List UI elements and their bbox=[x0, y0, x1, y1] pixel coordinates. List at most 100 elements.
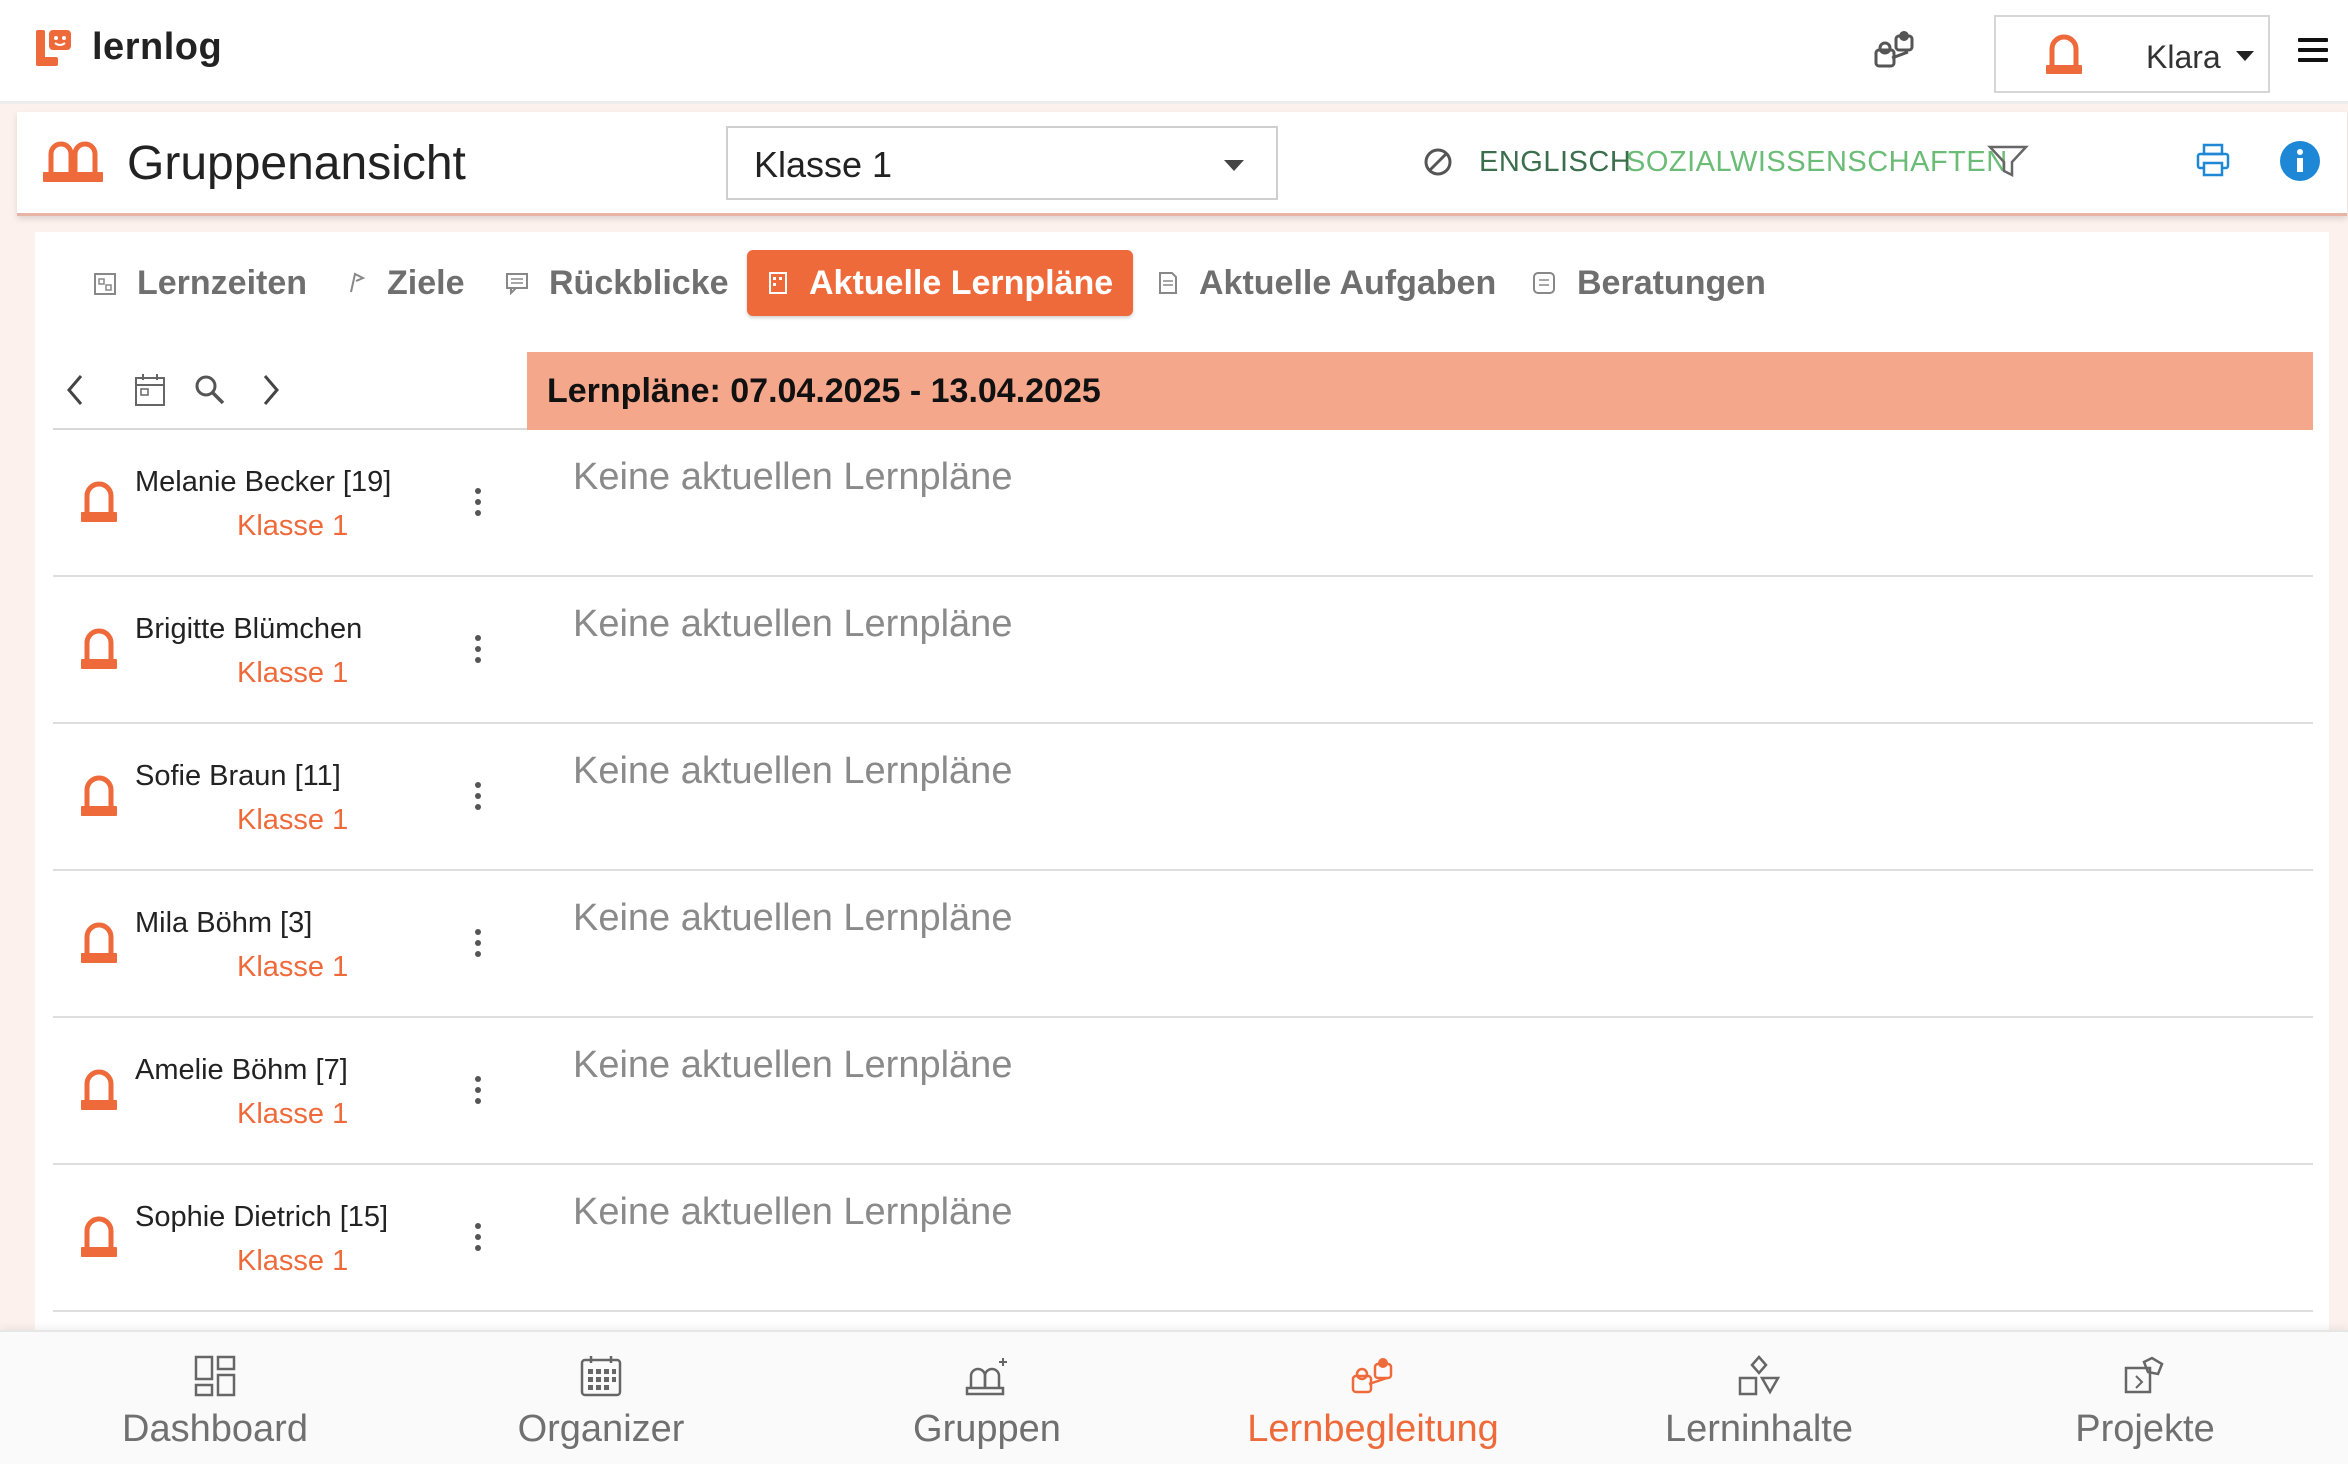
week-header: Lernpläne: 07.04.2025 - 13.04.2025 bbox=[527, 352, 2313, 430]
logo-text: lernlog bbox=[92, 26, 223, 68]
student-avatar-icon bbox=[81, 922, 117, 963]
more-vertical-icon[interactable] bbox=[475, 782, 481, 815]
top-bar: lernlog Klara bbox=[0, 0, 2348, 104]
empty-plans-message: Keine aktuellen Lernpläne bbox=[573, 1191, 1013, 1233]
student-class: Klasse 1 bbox=[237, 1245, 349, 1277]
hamburger-menu-icon[interactable] bbox=[2298, 38, 2328, 62]
nav-label: Gruppen bbox=[913, 1408, 1061, 1450]
tab-ziele[interactable]: Ziele bbox=[347, 250, 464, 316]
calendar-icon[interactable] bbox=[133, 372, 167, 408]
subject-filter-social-sciences[interactable]: SOZIALWISSENSCHAFTEN bbox=[1626, 146, 2008, 179]
student-name[interactable]: Mila Böhm [3] bbox=[135, 907, 312, 940]
user-name: Klara bbox=[2146, 39, 2221, 75]
tab-label: Lernzeiten bbox=[137, 263, 308, 302]
lernlog-logo-icon bbox=[36, 29, 71, 66]
student-row: Sophie Dietrich [15] Klasse 1 Keine aktu… bbox=[53, 1165, 2313, 1312]
week-navigation bbox=[53, 352, 523, 428]
student-avatar-icon bbox=[81, 628, 117, 669]
plan-icon bbox=[769, 272, 787, 294]
student-avatar-icon bbox=[81, 775, 117, 816]
nav-label: Projekte bbox=[2075, 1408, 2215, 1450]
student-avatar-icon bbox=[81, 481, 117, 522]
note-icon bbox=[1533, 272, 1555, 294]
tab-label: Ziele bbox=[387, 263, 465, 302]
tab-label: Aktuelle Aufgaben bbox=[1199, 263, 1497, 302]
empty-plans-message: Keine aktuellen Lernpläne bbox=[573, 1044, 1013, 1086]
mentoring-shortcut-icon[interactable] bbox=[1872, 28, 1918, 72]
tab-aktuelle-lernplaene[interactable]: Aktuelle Lernpläne bbox=[747, 250, 1134, 316]
nav-dashboard[interactable]: Dashboard bbox=[22, 1332, 408, 1464]
tab-lernzeiten[interactable]: Lernzeiten bbox=[93, 250, 307, 316]
calendar-grid-icon bbox=[94, 273, 116, 295]
comment-icon bbox=[506, 273, 528, 296]
user-avatar-icon bbox=[2046, 34, 2082, 74]
tab-label: Beratungen bbox=[1577, 263, 1766, 302]
student-avatar-icon bbox=[81, 1216, 117, 1257]
learning-plans-panel: Lernzeiten Ziele Rückblicke Aktuelle Ler… bbox=[35, 232, 2329, 1332]
nav-label: Dashboard bbox=[122, 1408, 308, 1450]
chevron-right-icon[interactable] bbox=[259, 372, 283, 408]
tab-rueckblicke[interactable]: Rückblicke bbox=[505, 250, 729, 316]
more-vertical-icon[interactable] bbox=[475, 635, 481, 668]
student-name[interactable]: Amelie Böhm [7] bbox=[135, 1054, 348, 1087]
student-name[interactable]: Sofie Braun [11] bbox=[135, 760, 341, 793]
student-row: Sofie Braun [11] Klasse 1 Keine aktuelle… bbox=[53, 724, 2313, 871]
student-row: Amelie Böhm [7] Klasse 1 Keine aktuellen… bbox=[53, 1018, 2313, 1165]
student-class: Klasse 1 bbox=[237, 951, 349, 983]
search-icon[interactable] bbox=[193, 372, 227, 408]
student-class: Klasse 1 bbox=[237, 510, 349, 542]
chevron-left-icon[interactable] bbox=[63, 372, 87, 408]
info-icon[interactable] bbox=[2279, 140, 2321, 182]
group-view-icon bbox=[43, 141, 103, 182]
bottom-navigation: Dashboard Organizer Gruppen Lernbegleitu… bbox=[0, 1330, 2348, 1464]
empty-plans-message: Keine aktuellen Lernpläne bbox=[573, 456, 1013, 498]
app-logo[interactable]: lernlog bbox=[34, 26, 222, 69]
class-select[interactable]: Klasse 1 bbox=[726, 126, 1278, 200]
groups-icon bbox=[965, 1358, 1007, 1396]
tab-label: Rückblicke bbox=[549, 263, 729, 302]
shapes-icon bbox=[1738, 1355, 1781, 1396]
empty-plans-message: Keine aktuellen Lernpläne bbox=[573, 603, 1013, 645]
filter-icon[interactable] bbox=[1987, 144, 2029, 178]
projects-icon bbox=[2124, 1356, 2164, 1394]
tab-beratungen[interactable]: Beratungen bbox=[1531, 250, 1766, 316]
empty-plans-message: Keine aktuellen Lernpläne bbox=[573, 750, 1013, 792]
group-view-header: Gruppenansicht Klasse 1 ENGLISCH SOZIALW… bbox=[17, 112, 2347, 216]
student-name[interactable]: Sophie Dietrich [15] bbox=[135, 1201, 388, 1234]
print-icon[interactable] bbox=[2195, 142, 2231, 178]
nav-lernbegleitung[interactable]: Lernbegleitung bbox=[1180, 1332, 1566, 1464]
student-class: Klasse 1 bbox=[237, 804, 349, 836]
nav-gruppen[interactable]: Gruppen bbox=[794, 1332, 1180, 1464]
student-name[interactable]: Melanie Becker [19] bbox=[135, 466, 391, 499]
flag-icon bbox=[350, 272, 366, 293]
tab-aktuelle-aufgaben[interactable]: Aktuelle Aufgaben bbox=[1157, 250, 1496, 316]
student-avatar-icon bbox=[81, 1069, 117, 1110]
organizer-calendar-icon bbox=[580, 1356, 622, 1397]
clear-filter-icon[interactable] bbox=[1422, 146, 1454, 178]
more-vertical-icon[interactable] bbox=[475, 1076, 481, 1109]
chevron-down-icon bbox=[2236, 51, 2254, 61]
student-row: Brigitte Blümchen Klasse 1 Keine aktuell… bbox=[53, 577, 2313, 724]
nav-projekte[interactable]: Projekte bbox=[1952, 1332, 2338, 1464]
student-class: Klasse 1 bbox=[237, 1098, 349, 1130]
nav-lerninhalte[interactable]: Lerninhalte bbox=[1566, 1332, 1952, 1464]
student-row: Melanie Becker [19] Klasse 1 Keine aktue… bbox=[53, 430, 2313, 577]
mentoring-icon bbox=[1351, 1358, 1393, 1394]
subject-filter-english[interactable]: ENGLISCH bbox=[1479, 146, 1631, 179]
student-name[interactable]: Brigitte Blümchen bbox=[135, 613, 362, 646]
tab-bar: Lernzeiten Ziele Rückblicke Aktuelle Ler… bbox=[35, 250, 2329, 320]
dashboard-icon bbox=[194, 1355, 236, 1397]
nav-label: Lerninhalte bbox=[1664, 1408, 1854, 1450]
user-menu-select[interactable]: Klara bbox=[1994, 15, 2270, 93]
more-vertical-icon[interactable] bbox=[475, 488, 481, 521]
nav-organizer[interactable]: Organizer bbox=[408, 1332, 794, 1464]
more-vertical-icon[interactable] bbox=[475, 1223, 481, 1256]
nav-label: Organizer bbox=[517, 1408, 685, 1450]
empty-plans-message: Keine aktuellen Lernpläne bbox=[573, 897, 1013, 939]
chevron-down-icon bbox=[1224, 160, 1244, 171]
week-title: Lernpläne: 07.04.2025 - 13.04.2025 bbox=[547, 372, 1101, 410]
document-icon bbox=[1159, 272, 1177, 294]
student-class: Klasse 1 bbox=[237, 657, 349, 689]
class-select-value: Klasse 1 bbox=[754, 144, 893, 185]
more-vertical-icon[interactable] bbox=[475, 929, 481, 962]
